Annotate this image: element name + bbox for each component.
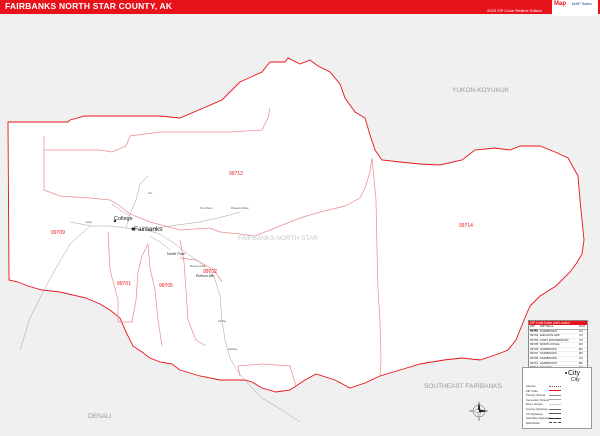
legend-item-label: Airports (526, 384, 536, 388)
zip-label-99714: 99714 (459, 223, 473, 229)
brand-logo: Map MAP Sales (552, 0, 598, 16)
city-fox: Fox (148, 191, 153, 195)
city-ester: Ester (86, 220, 92, 224)
legend-item-swatch (549, 422, 561, 424)
logo-subtext: MAP Sales (572, 1, 592, 6)
zip-label-99701: 99701 (117, 281, 131, 287)
legend-item-label: Interstate Highways (526, 416, 551, 421)
map-canvas: YUKON-KOYUKUK SOUTHEAST FAIRBANKS DENALI… (0, 14, 600, 436)
city-pleasant-valley: Pleasant Valley (231, 206, 249, 210)
legend-item-swatch (549, 394, 561, 396)
legend-item-label: Secondary Streets (526, 397, 550, 402)
city-moose-creek: Moose Creek (190, 264, 206, 268)
legend-item-swatch (549, 408, 561, 410)
city-college: College (114, 216, 133, 222)
map-page: YUKON-KOYUKUK SOUTHEAST FAIRBANKS DENALI… (0, 0, 600, 436)
city-salcha: Salcha (218, 319, 226, 323)
map-title: FAIRBANKS NORTH STAR COUNTY, AK (5, 1, 173, 11)
legend-item-label: Minor Streets (526, 402, 543, 407)
zip-table-col-grid: Grid (579, 324, 585, 328)
legend-item-label: County Highways (526, 407, 548, 411)
legend-item-label: Rail Roads (526, 420, 540, 425)
legend-item-swatch (549, 385, 561, 387)
zip-label-99709: 99709 (51, 230, 65, 236)
map-edition: 2020 ZIP Code Redline Edition (487, 8, 542, 13)
legend-item-swatch (549, 413, 561, 415)
zip-table-col-zip: ZIP Code (530, 324, 538, 332)
legend-item-label: ZIP Code (526, 388, 538, 393)
legend-item-swatch (549, 404, 561, 405)
county-name-label: FAIRBANKS NORTH STAR (238, 235, 318, 242)
map-legend: City City Airports ZIP Code Primary Street… (522, 367, 592, 429)
city-harding: Harding (228, 347, 238, 351)
city-fairbanks: Fairbanks (134, 226, 163, 233)
region-yukon-koyukuk: YUKON-KOYUKUK (452, 87, 510, 94)
logo-mark: Map (554, 1, 566, 7)
legend-city-small: City (571, 377, 580, 383)
legend-item-label: US Highways (526, 411, 543, 416)
legend-city-dot-icon (565, 372, 567, 374)
region-denali: DENALI (88, 413, 112, 420)
zip-table-col-name: ZIP Name (540, 324, 554, 328)
zip-label-99712: 99712 (229, 171, 243, 177)
legend-item-swatch (549, 390, 561, 392)
legend-city-large: City (568, 370, 581, 377)
header-bar: FAIRBANKS NORTH STAR COUNTY, AK 2020 ZIP… (0, 0, 600, 14)
legend-item-label: Primary Streets (526, 393, 546, 398)
legend-item-swatch (549, 417, 561, 419)
city-eielson: Eielson Afb (196, 274, 214, 278)
city-north-pole: North Pole (167, 252, 185, 256)
legend-item-swatch (549, 399, 561, 401)
zip-label-99705: 99705 (159, 283, 173, 289)
region-southeast-fairbanks: SOUTHEAST FAIRBANKS (424, 383, 503, 390)
city-two-rivers: Two Rivers (200, 206, 214, 210)
